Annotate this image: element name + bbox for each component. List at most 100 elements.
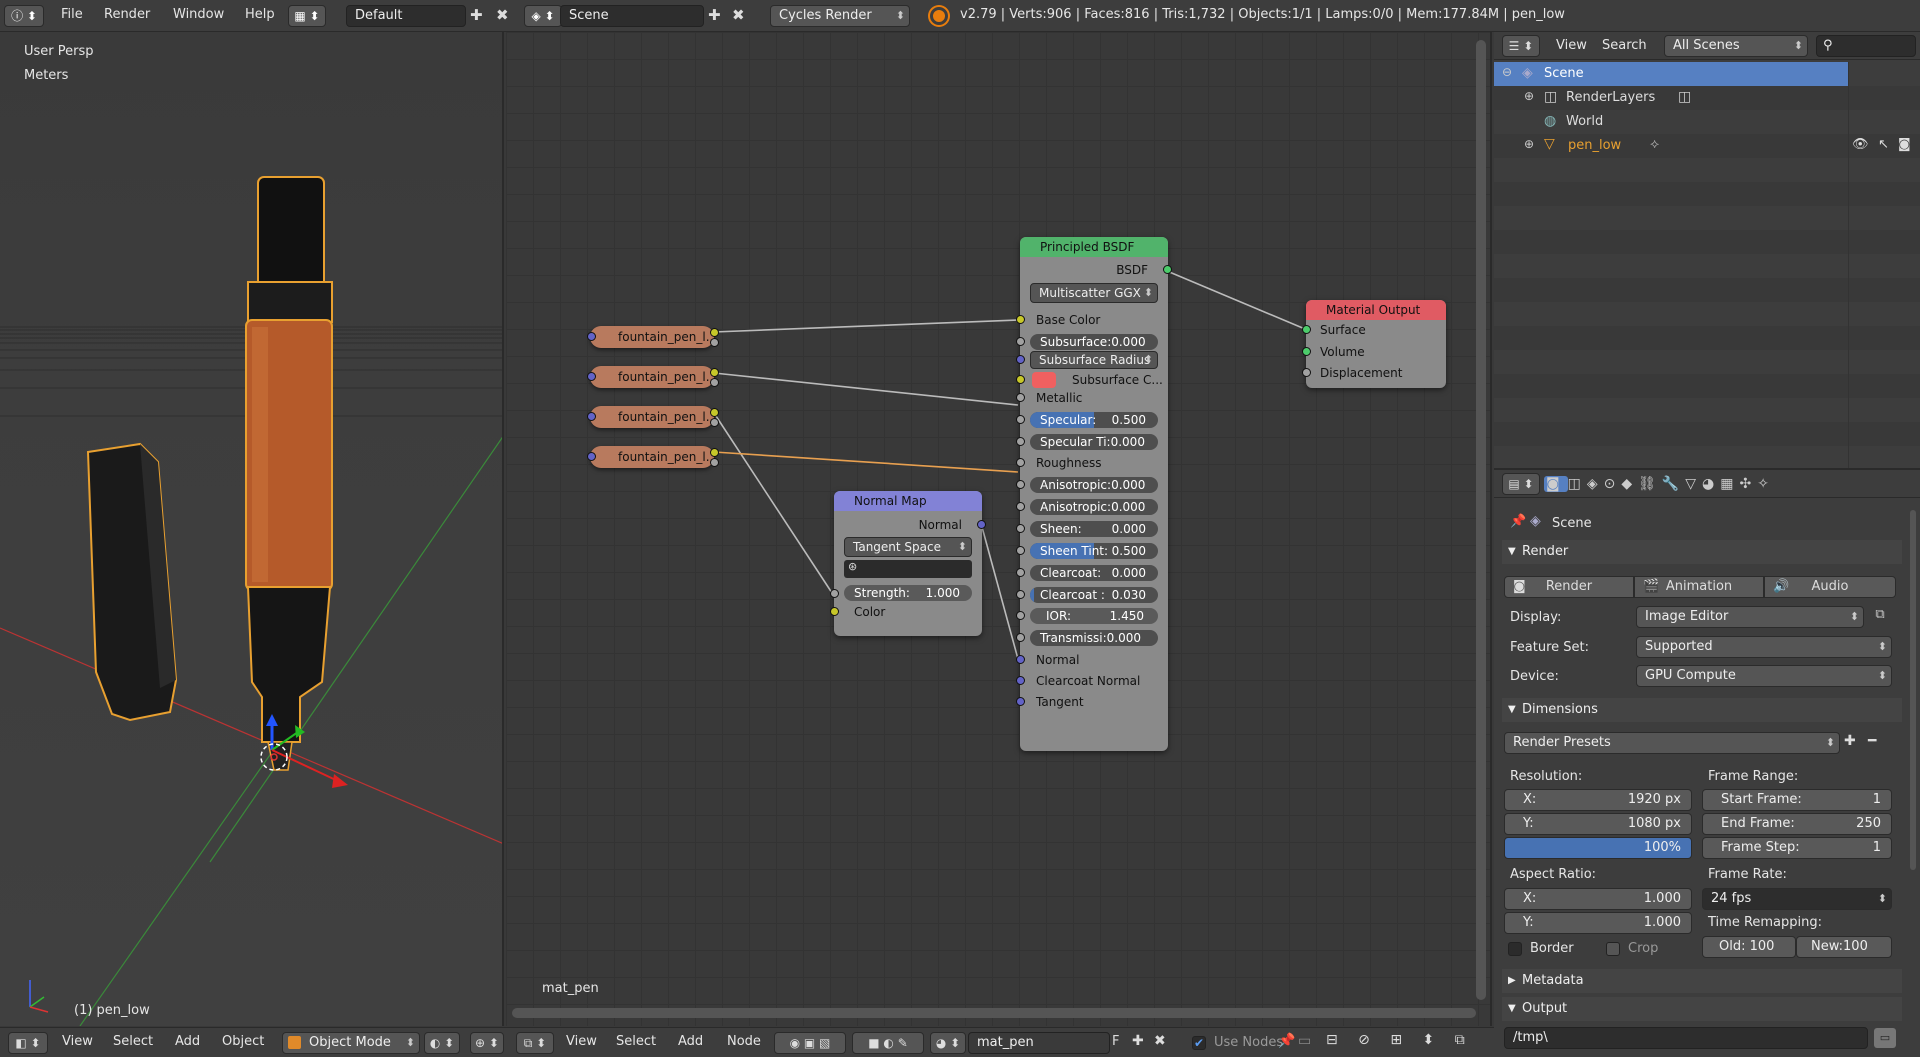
- editor-type-icon[interactable]: ◧ ⬍: [8, 1032, 48, 1054]
- specular-tint-slider[interactable]: Specular Ti:0.000: [1030, 434, 1158, 450]
- specular-socket[interactable]: [1016, 415, 1025, 424]
- material-output-node[interactable]: Material Output Surface Volume Displacem…: [1302, 300, 1446, 388]
- ior-field[interactable]: IOR: 1.450: [1030, 608, 1158, 624]
- shading-icon[interactable]: ◐ ⬍: [424, 1032, 460, 1054]
- texture-input-socket[interactable]: [587, 452, 596, 461]
- animation-button[interactable]: 🎬 Animation: [1634, 576, 1764, 598]
- unlink-material-icon[interactable]: ✖: [1154, 1033, 1166, 1049]
- menu-help[interactable]: Help: [245, 7, 275, 22]
- start-frame-field[interactable]: Start Frame: 1: [1702, 789, 1892, 811]
- sheen-socket[interactable]: [1016, 524, 1025, 533]
- roughness-socket[interactable]: [1016, 458, 1025, 467]
- device-dropdown[interactable]: GPU Compute: [1636, 665, 1892, 687]
- outliner-menu-search[interactable]: Search: [1602, 38, 1647, 53]
- texture-input-socket[interactable]: [587, 332, 596, 341]
- clearcoat-slider[interactable]: Clearcoat: 0.000: [1030, 565, 1158, 581]
- image-texture-node-2[interactable]: fountain_pen_l...: [590, 366, 717, 388]
- outliner-filter-dropdown[interactable]: All Scenes: [1664, 35, 1808, 57]
- visibility-eye-icon[interactable]: 👁: [1852, 137, 1869, 152]
- expand-icon[interactable]: ⊕: [1524, 89, 1534, 103]
- viewport-menu-object[interactable]: Object: [222, 1034, 264, 1049]
- time-old-field[interactable]: Old: 100: [1702, 936, 1796, 958]
- pin-icon[interactable]: 📌: [1278, 1033, 1295, 1049]
- menu-file[interactable]: File: [61, 7, 83, 22]
- outliner-row-world[interactable]: ◍ World: [1494, 110, 1920, 134]
- add-layout-icon[interactable]: ✚: [470, 6, 483, 24]
- render-button[interactable]: ◙ Render: [1504, 576, 1634, 598]
- border-checkbox[interactable]: [1508, 942, 1522, 956]
- dimensions-panel-header[interactable]: Dimensions: [1502, 698, 1902, 722]
- anisotropic-slider[interactable]: Anisotropic:0.000: [1030, 477, 1158, 493]
- sheen-tint-slider[interactable]: Sheen Tint: 0.500: [1030, 543, 1158, 559]
- crop-checkbox[interactable]: [1606, 942, 1620, 956]
- texture-color-socket[interactable]: [710, 448, 719, 457]
- new-material-icon[interactable]: ✚: [1132, 1033, 1144, 1049]
- lock-interface-icon[interactable]: ⧉: [1868, 607, 1892, 629]
- principled-node-header[interactable]: Principled BSDF: [1020, 237, 1168, 257]
- snap-icons[interactable]: ⊟ ⊘ ⊞ ⬍ ⧉: [1326, 1032, 1486, 1054]
- properties-context-tabs[interactable]: ◙ ◫◈⊙◆⛓🔧▽◕▦✣✧: [1544, 473, 1834, 495]
- node-menu-view[interactable]: View: [566, 1034, 597, 1049]
- properties-editor[interactable]: ▤ ⬍ ◙◫◈⊙◆⛓🔧▽◕▦✣✧ 📌 ◈ Scene Render ◙ Rende…: [1494, 468, 1920, 1057]
- remove-preset-icon[interactable]: ━: [1868, 733, 1876, 749]
- image-texture-node-3[interactable]: fountain_pen_l...: [590, 406, 717, 428]
- anisotropic-rotation-socket[interactable]: [1016, 502, 1025, 511]
- frame-step-field[interactable]: Frame Step: 1: [1702, 837, 1892, 859]
- clearcoat-roughness-slider[interactable]: Clearcoat : 0.030: [1030, 587, 1158, 603]
- node-menu-select[interactable]: Select: [616, 1034, 656, 1049]
- texture-color-socket[interactable]: [710, 408, 719, 417]
- subsurface-color-socket[interactable]: [1016, 375, 1025, 384]
- output-path-field[interactable]: /tmp\: [1504, 1027, 1868, 1049]
- menu-window[interactable]: Window: [173, 7, 224, 22]
- subsurface-radius-dropdown[interactable]: Subsurface Radius: [1030, 351, 1158, 369]
- material-output-header[interactable]: Material Output: [1306, 300, 1446, 320]
- viewport-menu-add[interactable]: Add: [175, 1034, 200, 1049]
- specular-tint-socket[interactable]: [1016, 437, 1025, 446]
- outliner-row-renderlayers[interactable]: ⊕ ◫ RenderLayers ◫: [1494, 86, 1920, 110]
- time-new-field[interactable]: New:100: [1796, 936, 1892, 958]
- screen-layout-field[interactable]: Default: [346, 5, 466, 27]
- anisotropic-rotation-slider[interactable]: Anisotropic:0.000: [1030, 499, 1158, 515]
- output-panel-header[interactable]: Output: [1502, 997, 1902, 1021]
- resolution-x-field[interactable]: X: 1920 px: [1504, 789, 1692, 811]
- tangent-socket[interactable]: [1016, 697, 1025, 706]
- 3d-viewport[interactable]: User Persp Meters (1) pen_low: [0, 32, 504, 1026]
- menu-render[interactable]: Render: [104, 7, 150, 22]
- texture-color-socket[interactable]: [710, 328, 719, 337]
- outliner-row-pen-low[interactable]: ⊕ ▽ pen_low ⟡ 👁 ↖ ◙: [1494, 134, 1920, 158]
- normal-space-dropdown[interactable]: Tangent Space: [844, 537, 972, 557]
- normal-map-node[interactable]: Normal Map Normal Tangent Space ⊛ Streng…: [830, 491, 986, 636]
- render-tab-icon[interactable]: ◙: [1544, 476, 1568, 492]
- collapse-icon[interactable]: ⊖: [1502, 65, 1512, 79]
- render-panel-header[interactable]: Render: [1502, 540, 1902, 564]
- strength-socket[interactable]: [830, 589, 839, 598]
- renderability-camera-icon[interactable]: ◙: [1898, 137, 1911, 152]
- texture-input-socket[interactable]: [587, 372, 596, 381]
- texture-color-socket[interactable]: [710, 368, 719, 377]
- shader-type-icons[interactable]: ◉ ▣ ▧: [774, 1032, 846, 1054]
- resolution-percentage-slider[interactable]: 100%: [1504, 837, 1692, 859]
- remove-scene-icon[interactable]: ✖: [732, 6, 745, 24]
- volume-socket[interactable]: [1302, 347, 1311, 356]
- feature-set-dropdown[interactable]: Supported: [1636, 636, 1892, 658]
- texture-alpha-socket[interactable]: [710, 418, 719, 427]
- context-pin-icon[interactable]: 📌: [1510, 514, 1526, 529]
- principled-bsdf-node[interactable]: Principled BSDF BSDF Multiscatter GGX Ba…: [1016, 237, 1172, 751]
- surface-socket[interactable]: [1302, 325, 1311, 334]
- viewport-menu-view[interactable]: View: [62, 1034, 93, 1049]
- subsurface-slider[interactable]: Subsurface:0.000: [1030, 334, 1158, 350]
- ior-socket[interactable]: [1016, 611, 1025, 620]
- metallic-socket[interactable]: [1016, 393, 1025, 402]
- display-dropdown[interactable]: Image Editor: [1636, 606, 1864, 628]
- subsurface-radius-socket[interactable]: [1016, 355, 1025, 364]
- remove-layout-icon[interactable]: ✖: [496, 6, 509, 24]
- viewport-menu-select[interactable]: Select: [113, 1034, 153, 1049]
- mode-dropdown[interactable]: Object Mode: [282, 1032, 420, 1054]
- outliner[interactable]: ☰ ⬍ View Search All Scenes ⚲ ⊖ ◈ Scene ⊕…: [1494, 32, 1920, 468]
- clearcoat-normal-socket[interactable]: [1016, 676, 1025, 685]
- info-editor-icon[interactable]: ⓘ ⬍: [4, 5, 44, 27]
- render-presets-dropdown[interactable]: Render Presets: [1504, 732, 1840, 754]
- sheen-tint-socket[interactable]: [1016, 546, 1025, 555]
- scene-selector-icon[interactable]: ◈ ⬍: [524, 5, 562, 27]
- transmission-socket[interactable]: [1016, 633, 1025, 642]
